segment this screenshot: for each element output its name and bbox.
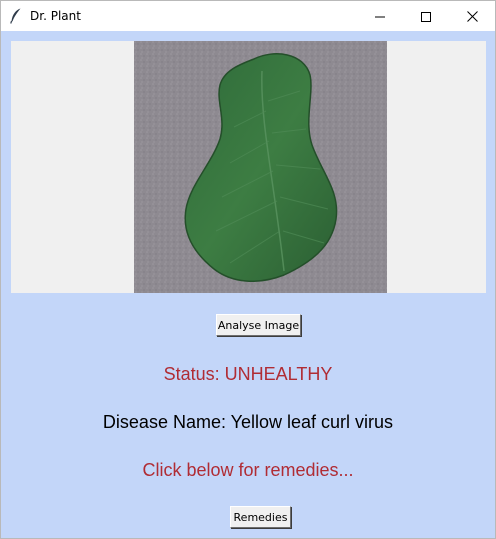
app-window: Dr. Plant Analyse Image Status: UNHEALTH…	[0, 0, 496, 539]
close-button[interactable]	[449, 1, 495, 31]
remedies-hint-label: Click below for remedies...	[142, 460, 354, 480]
minimize-icon	[375, 7, 385, 26]
leaf-photo	[134, 41, 387, 293]
minimize-button[interactable]	[357, 1, 403, 31]
maximize-icon	[421, 7, 431, 26]
maximize-button[interactable]	[403, 1, 449, 31]
analyse-image-button[interactable]: Analyse Image	[216, 314, 301, 336]
status-label: Status: UNHEALTHY	[163, 364, 333, 384]
remedies-button[interactable]: Remedies	[230, 506, 291, 528]
disease-name-label: Disease Name: Yellow leaf curl virus	[102, 412, 394, 432]
title-bar[interactable]: Dr. Plant	[1, 1, 495, 31]
image-panel	[11, 41, 486, 293]
feather-icon	[10, 8, 22, 24]
window-title: Dr. Plant	[30, 9, 81, 23]
close-icon	[466, 7, 478, 26]
